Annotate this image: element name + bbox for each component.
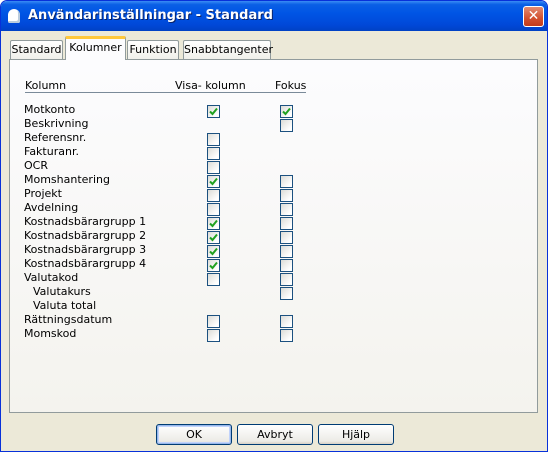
ok-button[interactable]: OK — [156, 424, 232, 445]
show-column-checkbox[interactable] — [207, 105, 220, 118]
focus-checkbox[interactable] — [280, 189, 293, 202]
row-label: Rättningsdatum — [24, 313, 113, 326]
focus-checkbox[interactable] — [280, 175, 293, 188]
tab-snabbtangenter-label: Snabbtangenter — [184, 43, 274, 56]
ok-button-label: OK — [186, 428, 202, 441]
row-label: Motkonto — [24, 103, 76, 116]
show-column-checkbox[interactable] — [207, 175, 220, 188]
help-button[interactable]: Hjälp — [318, 424, 394, 445]
title-bar[interactable]: Användarinställningar - Standard ✕ — [1, 1, 547, 31]
show-column-checkbox[interactable] — [207, 189, 220, 202]
tab-standard[interactable]: Standard — [10, 40, 63, 59]
help-button-label: Hjälp — [341, 428, 371, 441]
row-label: Projekt — [24, 187, 62, 200]
dialog-window: Användarinställningar - Standard ✕ Stand… — [0, 0, 548, 452]
row-label: Valutakurs — [33, 285, 91, 298]
tab-funktion-label: Funktion — [129, 43, 177, 56]
checkmark-icon — [209, 261, 218, 270]
row-label: Referensnr. — [24, 131, 87, 144]
row-label: Kostnadsbärargrupp 2 — [24, 229, 147, 242]
focus-checkbox[interactable] — [280, 273, 293, 286]
tab-snabbtangenter[interactable]: Snabbtangenter — [183, 40, 274, 59]
tab-standard-label: Standard — [11, 43, 62, 56]
columns-panel: Kolumn Visa- kolumn Fokus Motkonto Beskri… — [9, 59, 538, 413]
close-button[interactable]: ✕ — [523, 6, 544, 27]
tab-funktion[interactable]: Funktion — [127, 40, 179, 59]
checkmark-icon — [209, 107, 218, 116]
show-column-checkbox[interactable] — [207, 315, 220, 328]
checkmark-icon — [209, 177, 218, 186]
show-column-checkbox[interactable] — [207, 203, 220, 216]
row-label: Valutakod — [24, 271, 79, 284]
show-column-checkbox[interactable] — [207, 133, 220, 146]
show-column-checkbox[interactable] — [207, 245, 220, 258]
row-label: Kostnadsbärargrupp 4 — [24, 257, 147, 270]
row-label: Momskod — [24, 327, 77, 340]
focus-checkbox[interactable] — [280, 259, 293, 272]
focus-checkbox[interactable] — [280, 217, 293, 230]
focus-checkbox[interactable] — [280, 231, 293, 244]
app-icon — [8, 9, 20, 23]
show-column-checkbox[interactable] — [207, 147, 220, 160]
tab-kolumner-label: Kolumner — [69, 41, 122, 54]
show-column-checkbox[interactable] — [207, 329, 220, 342]
header-divider — [25, 92, 306, 93]
focus-checkbox[interactable] — [280, 245, 293, 258]
show-column-checkbox[interactable] — [207, 161, 220, 174]
row-label: Beskrivning — [24, 117, 89, 130]
row-label: Momshantering — [24, 173, 110, 186]
checkmark-icon — [282, 107, 291, 116]
focus-checkbox[interactable] — [280, 119, 293, 132]
row-label: Avdelning — [24, 201, 79, 214]
show-column-checkbox[interactable] — [207, 259, 220, 272]
close-icon: ✕ — [527, 8, 540, 24]
checkmark-icon — [209, 247, 218, 256]
header-column: Kolumn — [25, 79, 67, 92]
row-label: OCR — [24, 159, 48, 172]
focus-checkbox[interactable] — [280, 329, 293, 342]
header-focus: Fokus — [275, 79, 307, 92]
row-label: Kostnadsbärargrupp 1 — [24, 215, 147, 228]
row-label: Valuta total — [33, 299, 97, 312]
focus-checkbox[interactable] — [280, 287, 293, 300]
checkmark-icon — [209, 219, 218, 228]
row-label: Kostnadsbärargrupp 3 — [24, 243, 147, 256]
show-column-checkbox[interactable] — [207, 273, 220, 286]
tab-kolumner[interactable]: Kolumner — [65, 36, 126, 60]
window-title: Användarinställningar - Standard — [28, 8, 273, 23]
row-label: Fakturanr. — [24, 145, 79, 158]
focus-checkbox[interactable] — [280, 203, 293, 216]
checkmark-icon — [209, 233, 218, 242]
header-show-column: Visa- kolumn — [175, 79, 246, 92]
cancel-button-label: Avbryt — [257, 428, 293, 441]
show-column-checkbox[interactable] — [207, 217, 220, 230]
show-column-checkbox[interactable] — [207, 231, 220, 244]
cancel-button[interactable]: Avbryt — [237, 424, 313, 445]
focus-checkbox[interactable] — [280, 315, 293, 328]
focus-checkbox[interactable] — [280, 105, 293, 118]
